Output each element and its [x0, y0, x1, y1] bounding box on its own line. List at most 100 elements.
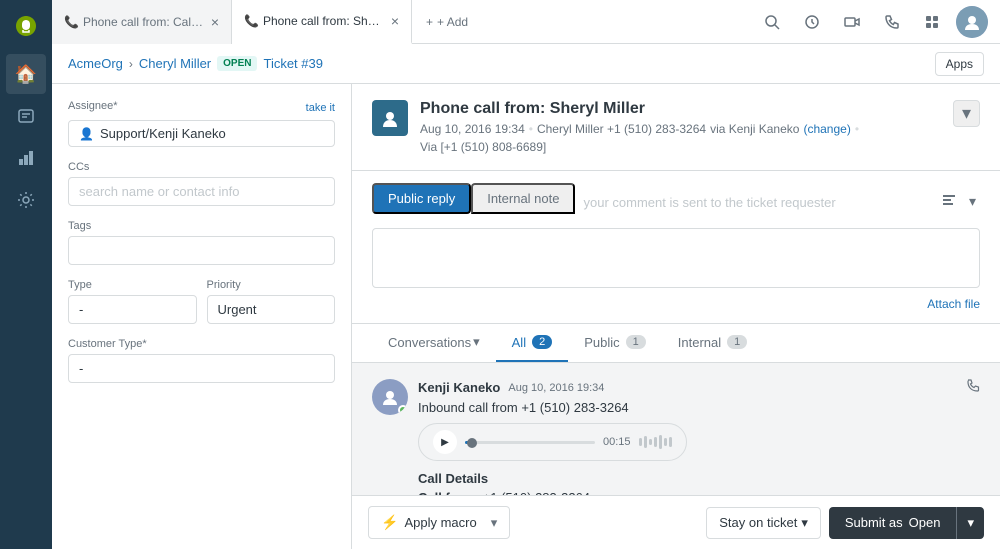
ticket-content: Kenji Kaneko Aug 10, 2016 19:34 Inbound …: [352, 363, 1000, 495]
customer-type-input[interactable]: [68, 354, 335, 383]
all-tab[interactable]: All 2: [496, 325, 569, 362]
reply-textarea[interactable]: [372, 228, 980, 288]
ticket-collapse-button[interactable]: ▾: [953, 100, 980, 127]
ticket-change-link[interactable]: (change): [803, 122, 850, 136]
tags-field: Tags: [68, 220, 335, 265]
internal-tab[interactable]: Internal 1: [662, 325, 764, 362]
ticket-header-avatar: [372, 100, 408, 136]
main-area: 📞 Phone call from: Caller +1 (510... #28…: [52, 0, 1000, 549]
reply-placeholder-text: your comment is sent to the ticket reque…: [583, 195, 835, 210]
submit-dropdown-button[interactable]: ▾: [956, 507, 984, 539]
apply-macro-dropdown[interactable]: ⚡ Apply macro ▾: [368, 506, 510, 539]
assignee-field: Assignee* take it 👤 Support/Kenji Kaneko: [68, 100, 335, 147]
public-reply-tab[interactable]: Public reply: [372, 183, 471, 214]
ccs-field: CCs: [68, 161, 335, 206]
top-bar-actions: [756, 6, 1000, 38]
bottom-bar: ⚡ Apply macro ▾ Stay on ticket ▾ Submit …: [352, 495, 1000, 549]
type-input[interactable]: [68, 295, 197, 324]
customer-type-field: Customer Type*: [68, 338, 335, 383]
ccs-input[interactable]: [68, 177, 335, 206]
message-text: Inbound call from +1 (510) 283-3264: [418, 400, 980, 415]
ticket-via: via Kenji Kaneko: [710, 122, 799, 136]
tags-label: Tags: [68, 220, 335, 232]
public-tab[interactable]: Public 1: [568, 325, 662, 362]
person-icon: 👤: [79, 127, 94, 141]
stay-on-ticket-chevron: ▾: [801, 515, 808, 531]
status-badge: open: [217, 56, 257, 71]
type-field: Type: [68, 279, 197, 324]
tickets-nav-icon[interactable]: [6, 96, 46, 136]
add-tab-button[interactable]: + + Add: [412, 0, 482, 44]
ticket-via-phone: Via [+1 (510) 808-6689]: [420, 140, 546, 154]
online-indicator: [398, 405, 408, 415]
call-details: Call Details Call from: +1 (510) 283-326…: [418, 471, 980, 495]
top-bar: 📞 Phone call from: Caller +1 (510... #28…: [52, 0, 1000, 44]
submit-button[interactable]: Submit as Open: [829, 507, 957, 539]
tags-input[interactable]: [68, 236, 335, 265]
conversations-label: Conversations: [388, 335, 471, 350]
breadcrumb-ticket[interactable]: Ticket #39: [263, 56, 323, 71]
public-count: 1: [626, 335, 646, 349]
play-button[interactable]: ▶: [433, 430, 457, 454]
macro-dropdown-icon: ▾: [491, 515, 498, 531]
breadcrumb-contact[interactable]: Cheryl Miller: [139, 56, 211, 71]
customer-type-label: Customer Type*: [68, 338, 335, 350]
call-details-title: Call Details: [418, 471, 980, 486]
ccs-label: CCs: [68, 161, 335, 173]
ticket-header-info: Phone call from: Sheryl Miller Aug 10, 2…: [420, 100, 941, 154]
progress-thumb: [467, 438, 477, 448]
apps-grid-icon[interactable]: [916, 6, 948, 38]
type-label: Type: [68, 279, 197, 291]
message-body: Kenji Kaneko Aug 10, 2016 19:34 Inbound …: [418, 379, 980, 495]
conversations-dropdown-icon: ▾: [473, 334, 480, 350]
app-logo: [8, 8, 44, 44]
attach-file-link[interactable]: Attach file: [927, 297, 980, 311]
tab-2[interactable]: 📞 Phone call from: Sheryl Miller #39 ×: [232, 0, 412, 44]
breadcrumb-bar: AcmeOrg › Cheryl Miller open Ticket #39 …: [52, 44, 1000, 84]
add-tab-label: + Add: [437, 15, 468, 29]
right-panel: Phone call from: Sheryl Miller Aug 10, 2…: [352, 84, 1000, 549]
internal-count: 1: [727, 335, 747, 349]
reporting-nav-icon[interactable]: [6, 138, 46, 178]
format-icon[interactable]: [937, 189, 961, 216]
message-header: Kenji Kaneko Aug 10, 2016 19:34: [418, 379, 980, 396]
message-time: Aug 10, 2016 19:34: [508, 382, 604, 394]
plus-icon: +: [426, 15, 433, 29]
reply-section: Public reply Internal note your comment …: [352, 171, 1000, 324]
assignee-input[interactable]: 👤 Support/Kenji Kaneko: [68, 120, 335, 147]
search-icon[interactable]: [756, 6, 788, 38]
priority-input[interactable]: [207, 295, 336, 324]
assignee-value: Support/Kenji Kaneko: [100, 126, 226, 141]
home-nav-icon[interactable]: 🏠: [6, 54, 46, 94]
type-priority-row: Type Priority: [68, 279, 335, 338]
breadcrumb-org[interactable]: AcmeOrg: [68, 56, 123, 71]
settings-nav-icon[interactable]: [6, 180, 46, 220]
take-it-link[interactable]: take it: [306, 102, 335, 114]
ticket-title: Phone call from: Sheryl Miller: [420, 100, 941, 118]
content-area: Assignee* take it 👤 Support/Kenji Kaneko…: [52, 84, 1000, 549]
submit-group: Submit as Open ▾: [829, 507, 984, 539]
internal-note-tab[interactable]: Internal note: [471, 183, 575, 214]
tab-2-title: Phone call from: Sheryl Miller #39: [263, 14, 385, 28]
message-sender: Kenji Kaneko: [418, 380, 500, 395]
video-icon[interactable]: [836, 6, 868, 38]
conversations-tab[interactable]: Conversations ▾: [372, 324, 496, 362]
tab-1-title: Phone call from: Caller +1 (510... #28: [83, 15, 205, 29]
tab-2-close-icon[interactable]: ×: [391, 14, 399, 28]
all-label: All: [512, 335, 526, 350]
user-avatar[interactable]: [956, 6, 988, 38]
format-dropdown-icon[interactable]: ▾: [965, 189, 980, 216]
all-count: 2: [532, 335, 552, 349]
left-panel: Assignee* take it 👤 Support/Kenji Kaneko…: [52, 84, 352, 549]
clock-icon[interactable]: [796, 6, 828, 38]
submit-label: Submit as: [845, 515, 903, 530]
message-row: Kenji Kaneko Aug 10, 2016 19:34 Inbound …: [372, 379, 980, 495]
stay-on-ticket-dropdown[interactable]: Stay on ticket ▾: [706, 507, 821, 539]
tab-1-close-icon[interactable]: ×: [211, 15, 219, 29]
phone-icon[interactable]: [876, 6, 908, 38]
message-phone-icon[interactable]: [966, 379, 980, 396]
tab-1[interactable]: 📞 Phone call from: Caller +1 (510... #28…: [52, 0, 232, 44]
progress-bar[interactable]: [465, 441, 595, 444]
public-label: Public: [584, 335, 619, 350]
apps-button[interactable]: Apps: [935, 52, 984, 76]
